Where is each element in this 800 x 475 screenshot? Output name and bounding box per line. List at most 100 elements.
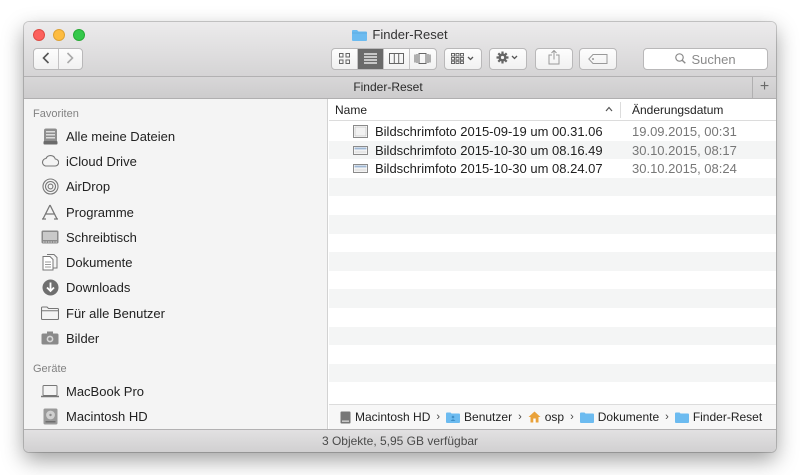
folder-icon bbox=[41, 304, 59, 322]
all-files-icon bbox=[41, 127, 59, 145]
list-view-button[interactable] bbox=[357, 49, 385, 69]
sidebar-item-label: Bilder bbox=[66, 330, 100, 346]
chevron-right-icon bbox=[66, 51, 74, 67]
cloud-icon bbox=[41, 152, 59, 170]
share-button[interactable] bbox=[535, 48, 573, 70]
back-button[interactable] bbox=[34, 49, 59, 69]
users-folder-icon bbox=[446, 412, 461, 423]
sidebar-item-airdrop[interactable]: AirDrop bbox=[41, 176, 110, 196]
sidebar-item-programme[interactable]: Programme bbox=[41, 202, 134, 222]
sidebar-item-label: iCloud Drive bbox=[66, 153, 137, 169]
laptop-icon bbox=[41, 382, 59, 400]
downloads-icon bbox=[41, 278, 59, 296]
path-separator: › bbox=[665, 411, 669, 423]
sidebar-item-icloud-drive[interactable]: iCloud Drive bbox=[41, 151, 137, 171]
file-row[interactable]: Bildschrimfoto 2015-10-30 um 08.16.49 30… bbox=[329, 140, 776, 160]
file-name: Bildschrimfoto 2015-10-30 um 08.16.49 bbox=[375, 142, 603, 158]
sidebar-item-label: AirDrop bbox=[66, 178, 111, 194]
empty-row bbox=[329, 345, 776, 364]
sidebar-item-all-files[interactable]: Alle meine Dateien bbox=[41, 126, 175, 146]
navigation-buttons bbox=[33, 48, 83, 70]
path-separator: › bbox=[570, 411, 574, 423]
path-crumb-macintosh-hd[interactable]: Macintosh HD bbox=[340, 410, 430, 424]
screenshot-file-icon bbox=[353, 144, 368, 160]
file-name: Bildschrimfoto 2015-10-30 um 08.24.07 bbox=[375, 161, 603, 177]
camera-icon bbox=[41, 329, 59, 347]
sidebar-item-bilder[interactable]: Bilder bbox=[41, 328, 99, 348]
home-icon bbox=[528, 411, 541, 423]
cover-flow-button[interactable] bbox=[410, 49, 436, 69]
empty-row bbox=[329, 307, 776, 327]
sidebar-item-label: Downloads bbox=[66, 279, 131, 295]
list-header: Name Änderungsdatum bbox=[329, 99, 776, 121]
path-crumb-dokumente[interactable]: Dokumente bbox=[579, 410, 659, 424]
column-header-name[interactable]: Name bbox=[335, 103, 367, 117]
tag-button[interactable] bbox=[579, 48, 617, 70]
action-button[interactable] bbox=[489, 48, 527, 70]
harddisk-icon bbox=[340, 411, 351, 424]
path-crumb-osp[interactable]: osp bbox=[528, 410, 564, 424]
screenshot-file-icon bbox=[353, 125, 368, 141]
arrange-button[interactable] bbox=[444, 48, 482, 70]
harddisk-icon bbox=[41, 407, 59, 425]
cover-flow-icon bbox=[414, 52, 431, 67]
column-header-date[interactable]: Änderungsdatum bbox=[632, 103, 723, 117]
sidebar-item-fuer-alle-benutzer[interactable]: Für alle Benutzer bbox=[41, 303, 165, 323]
folder-icon bbox=[352, 29, 368, 44]
empty-row bbox=[329, 382, 776, 401]
applications-icon bbox=[41, 203, 59, 221]
gear-icon bbox=[496, 51, 520, 67]
sidebar-header-devices: Geräte bbox=[33, 363, 67, 375]
column-divider[interactable] bbox=[620, 102, 621, 118]
view-mode-selector bbox=[331, 48, 437, 70]
file-date: 30.10.2015, 08:17 bbox=[632, 142, 737, 158]
search-field[interactable]: Suchen bbox=[643, 48, 768, 70]
new-tab-button[interactable]: + bbox=[752, 77, 776, 98]
desktop-icon bbox=[41, 228, 59, 246]
file-row[interactable]: Bildschrimfoto 2015-09-19 um 00.31.06 19… bbox=[329, 122, 776, 141]
empty-row bbox=[329, 177, 776, 197]
sidebar-item-label: Dokumente bbox=[66, 254, 133, 270]
sidebar-item-downloads[interactable]: Downloads bbox=[41, 277, 130, 297]
file-date: 19.09.2015, 00:31 bbox=[632, 124, 737, 139]
empty-row bbox=[329, 363, 776, 383]
path-crumb-finder-reset[interactable]: Finder-Reset bbox=[674, 410, 763, 424]
empty-row bbox=[329, 214, 776, 234]
titlebar: Finder-Reset Suchen bbox=[24, 22, 776, 77]
empty-row bbox=[329, 233, 776, 253]
empty-row bbox=[329, 196, 776, 215]
file-date: 30.10.2015, 08:24 bbox=[632, 161, 737, 177]
sort-ascending-icon bbox=[605, 104, 613, 114]
empty-row bbox=[329, 270, 776, 290]
icon-view-button[interactable] bbox=[332, 49, 358, 69]
file-row[interactable]: Bildschrimfoto 2015-10-30 um 08.24.07 30… bbox=[329, 159, 776, 178]
icon-view-icon bbox=[338, 52, 350, 67]
sidebar: Favoriten Alle meine Dateien iCloud Driv… bbox=[24, 99, 328, 429]
column-view-icon bbox=[388, 52, 404, 67]
arrange-icon bbox=[451, 52, 475, 67]
file-list: Bildschrimfoto 2015-09-19 um 00.31.06 19… bbox=[329, 122, 776, 401]
forward-button[interactable] bbox=[59, 49, 83, 69]
empty-row bbox=[329, 326, 776, 346]
sidebar-item-macintosh-hd[interactable]: Macintosh HD bbox=[41, 406, 148, 426]
path-crumb-label: Finder-Reset bbox=[692, 410, 763, 424]
empty-row bbox=[329, 289, 776, 308]
file-name: Bildschrimfoto 2015-09-19 um 00.31.06 bbox=[375, 124, 603, 139]
folder-icon bbox=[674, 412, 689, 423]
tab-finder-reset[interactable]: Finder-Reset bbox=[24, 77, 752, 98]
sidebar-item-macbook-pro[interactable]: MacBook Pro bbox=[41, 381, 144, 401]
window-title: Finder-Reset bbox=[24, 27, 776, 44]
sidebar-item-dokumente[interactable]: Dokumente bbox=[41, 252, 132, 272]
sidebar-item-label: Macintosh HD bbox=[66, 408, 148, 424]
sidebar-item-label: Programme bbox=[66, 204, 134, 220]
finder-window: Finder-Reset Suchen Finder-Reset + Favor… bbox=[24, 22, 776, 452]
window-title-text: Finder-Reset bbox=[372, 27, 448, 42]
search-icon bbox=[675, 52, 691, 67]
airdrop-icon bbox=[41, 177, 59, 195]
path-crumb-benutzer[interactable]: Benutzer bbox=[446, 410, 512, 424]
chevron-left-icon bbox=[42, 51, 50, 67]
sidebar-item-schreibtisch[interactable]: Schreibtisch bbox=[41, 227, 137, 247]
path-crumb-label: Benutzer bbox=[464, 410, 513, 424]
screenshot-file-icon bbox=[353, 162, 368, 178]
column-view-button[interactable] bbox=[384, 49, 410, 69]
